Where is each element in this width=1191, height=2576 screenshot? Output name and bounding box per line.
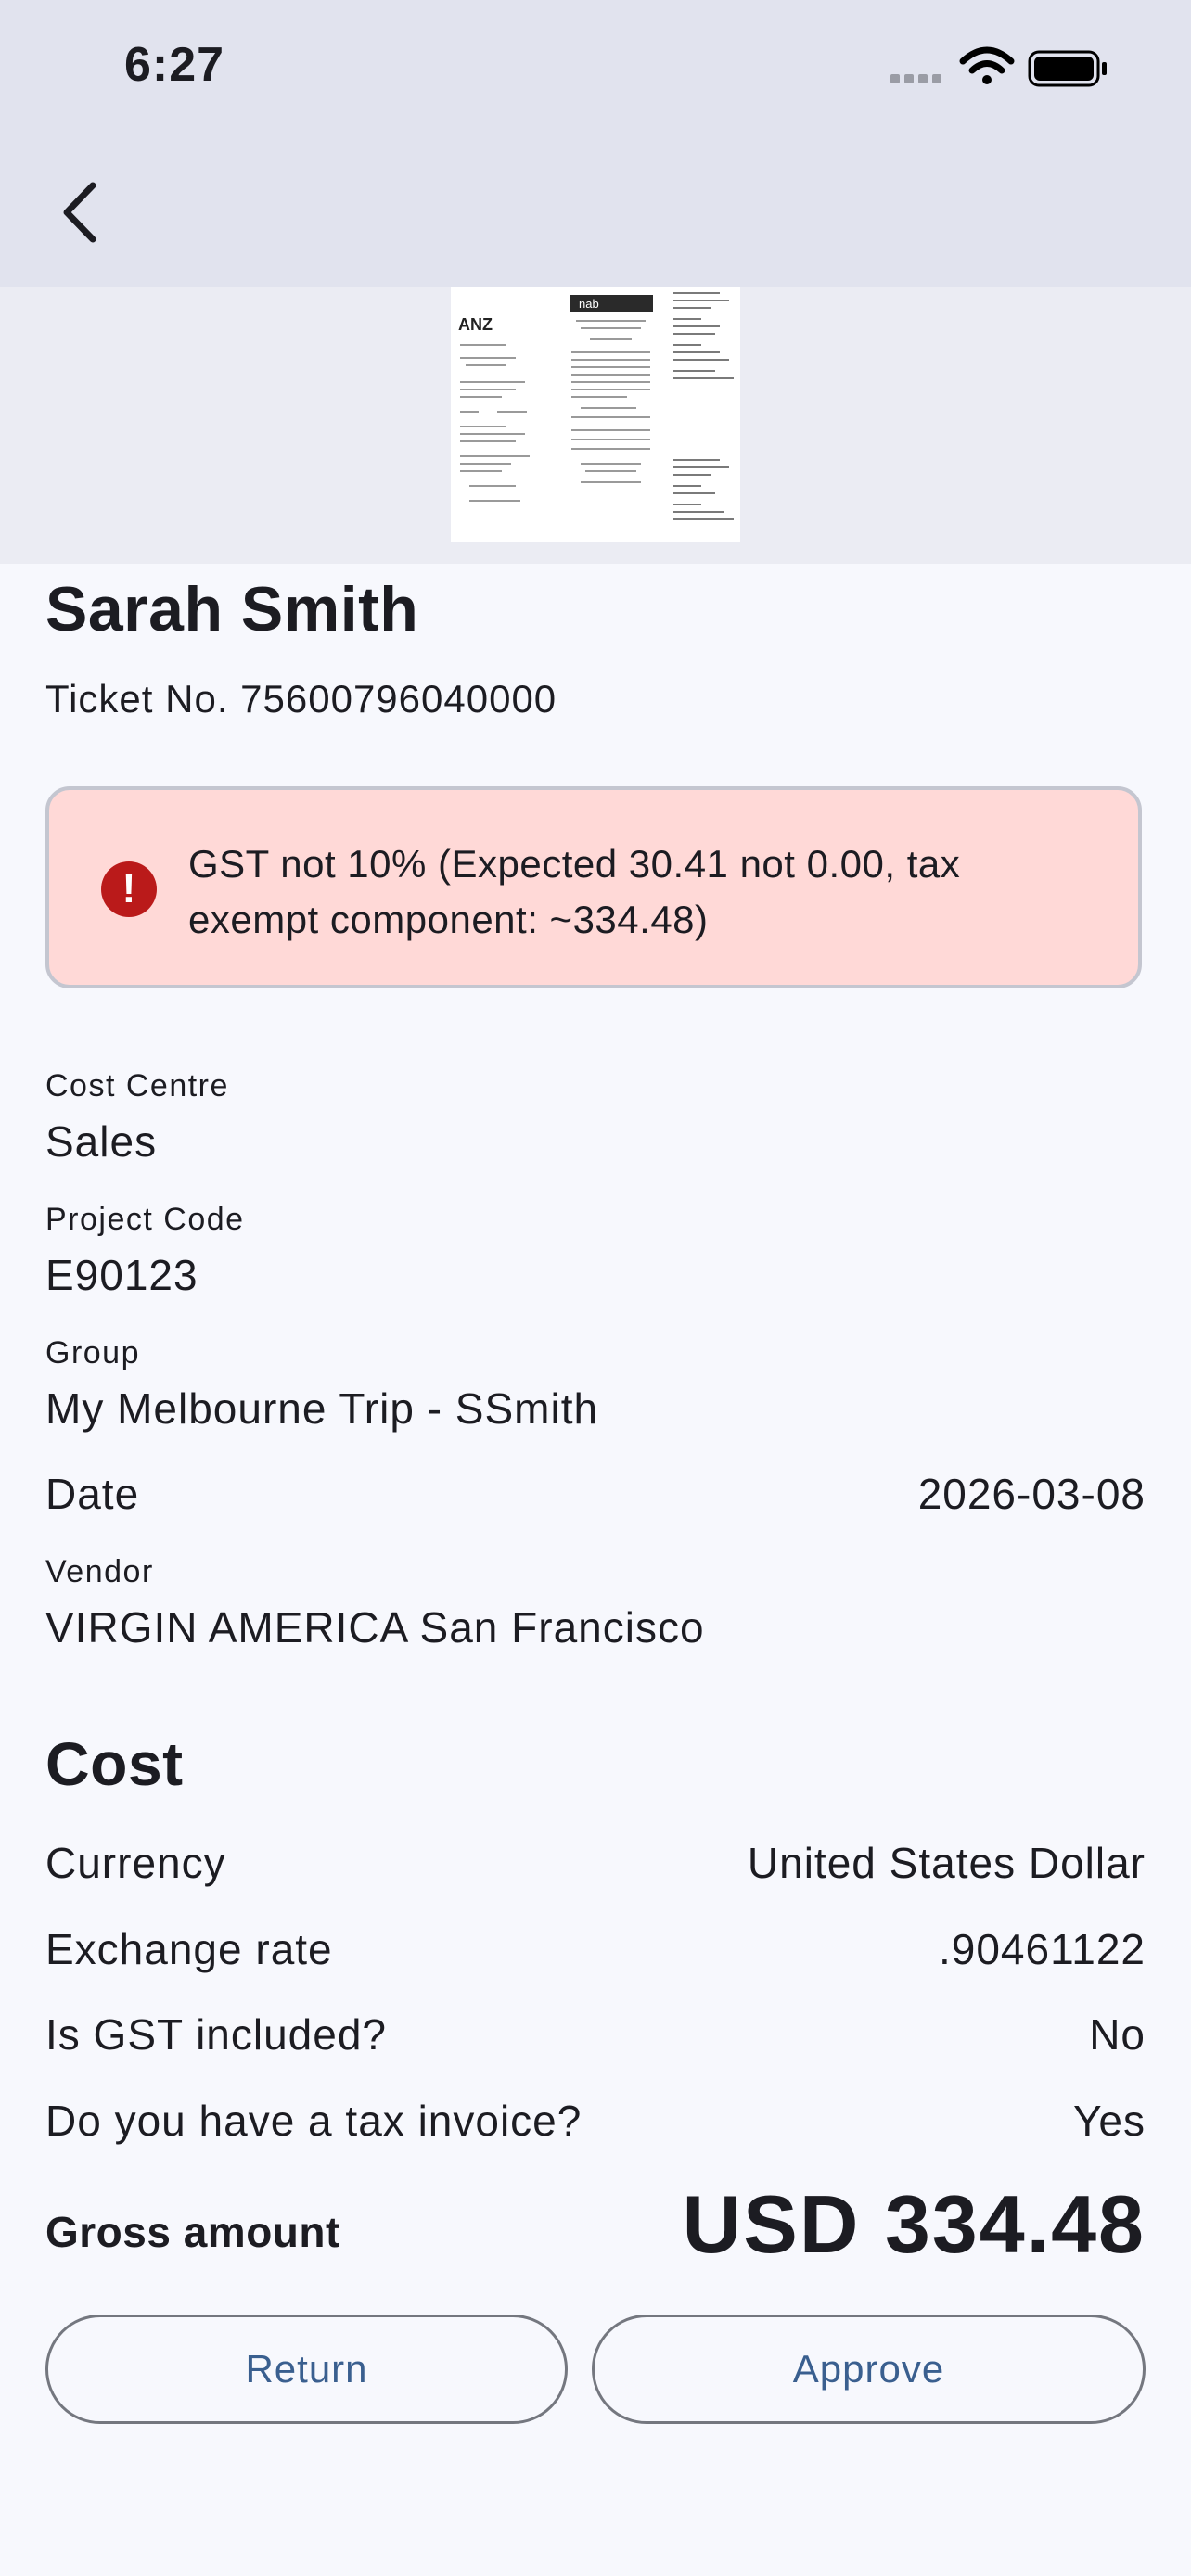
nab-logo: nab [579,297,599,311]
receipt-image[interactable]: ANZ nab [451,287,740,542]
gst-included-value: No [1089,2010,1146,2059]
return-button[interactable]: Return [45,2315,568,2424]
project-code-value: E90123 [45,1251,198,1299]
claimant-name: Sarah Smith [45,574,419,644]
gross-amount-label: Gross amount [45,2208,340,2256]
vendor-label: Vendor [45,1554,154,1589]
app-bar [0,139,1191,287]
cellular-signal-icon [890,74,941,83]
currency-value: United States Dollar [747,1839,1146,1887]
vendor-value: VIRGIN AMERICA San Francisco [45,1603,705,1651]
alert-message: GST not 10% (Expected 30.41 not 0.00, ta… [188,842,961,941]
gst-warning-alert: ! GST not 10% (Expected 30.41 not 0.00, … [45,786,1142,988]
cost-centre-label: Cost Centre [45,1068,229,1103]
exchange-rate-value: .90461122 [938,1925,1146,1973]
ticket-number: Ticket No. 75600796040000 [45,677,557,721]
chevron-left-icon [63,182,96,243]
tax-invoice-label: Do you have a tax invoice? [45,2097,583,2145]
approve-button[interactable]: Approve [592,2315,1146,2424]
cost-section-title: Cost [45,1729,184,1798]
date-label: Date [45,1470,140,1518]
status-icons [890,41,1113,95]
gst-included-label: Is GST included? [45,2010,388,2059]
cost-centre-value: Sales [45,1117,158,1166]
wifi-icon [959,46,1015,84]
exchange-rate-label: Exchange rate [45,1925,333,1973]
status-bar: 6:27 [0,0,1191,139]
gross-amount-value: USD 334.48 [682,2178,1146,2270]
group-label: Group [45,1335,140,1371]
project-code-label: Project Code [45,1202,245,1237]
tax-invoice-value: Yes [1072,2097,1146,2145]
battery-icon [1028,50,1107,87]
status-time: 6:27 [124,38,225,92]
receipt-image-area: ANZ nab [0,287,1191,564]
back-button[interactable] [39,171,122,254]
currency-label: Currency [45,1839,226,1887]
group-value: My Melbourne Trip - SSmith [45,1384,599,1433]
date-value: 2026-03-08 [917,1470,1146,1518]
anz-logo: ANZ [458,315,493,334]
error-circle-icon: ! [101,861,157,917]
